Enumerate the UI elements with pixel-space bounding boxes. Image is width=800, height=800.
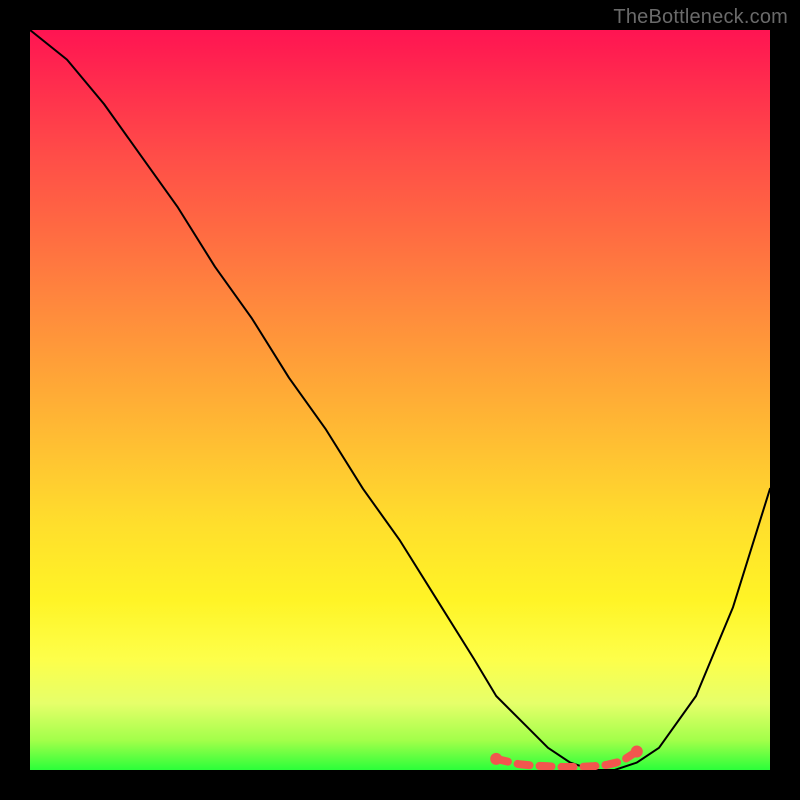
optimal-range-dot — [490, 753, 502, 765]
watermark-text: TheBottleneck.com — [613, 6, 788, 29]
optimal-range-markers-group — [490, 746, 643, 768]
optimal-range-dot — [631, 746, 643, 758]
bottleneck-curve-path — [30, 30, 770, 770]
chart-plot-area — [30, 30, 770, 770]
chart-overlay-svg — [30, 30, 770, 770]
